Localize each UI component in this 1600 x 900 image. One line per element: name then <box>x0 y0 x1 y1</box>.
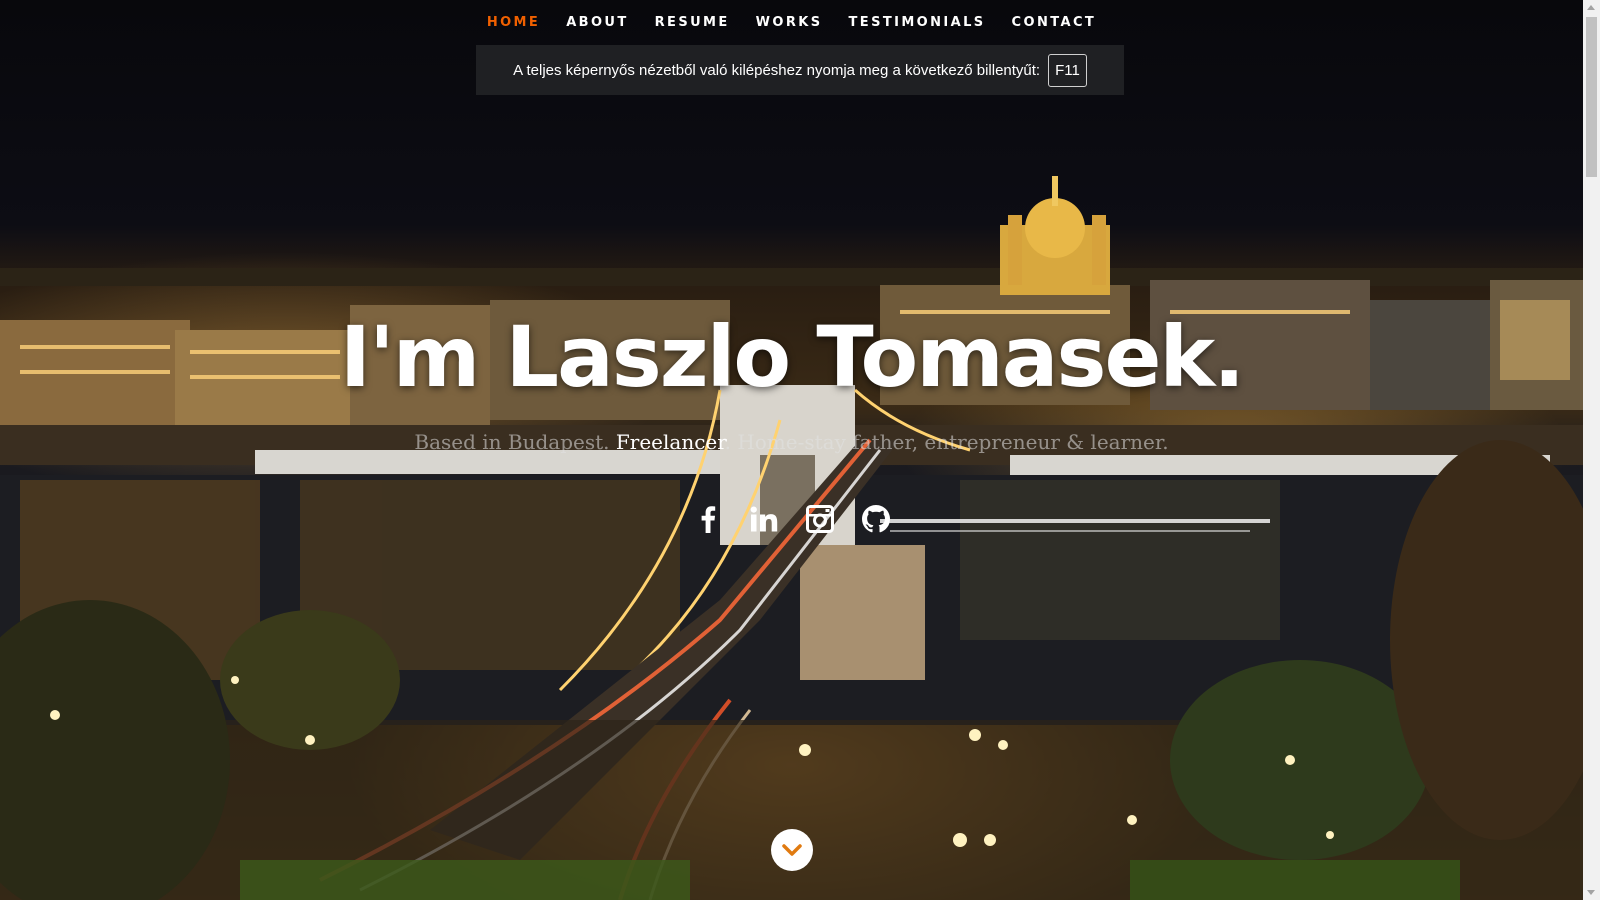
facebook-link[interactable] <box>692 503 724 535</box>
nav-item-home[interactable]: HOME <box>474 0 553 46</box>
fullscreen-key: F11 <box>1048 53 1087 87</box>
social-links <box>0 503 1583 535</box>
github-icon <box>861 505 890 533</box>
fullscreen-notice: A teljes képernyős nézetből való kilépés… <box>476 45 1124 95</box>
instagram-icon <box>805 505 834 533</box>
subtitle-tail: . Home-stay father, entrepreneur & learn… <box>724 430 1169 454</box>
instagram-link[interactable] <box>804 503 836 535</box>
hero-section: HOME ABOUT RESUME WORKS TESTIMONIALS CON… <box>0 0 1583 900</box>
subtitle-lead: Based in Budapest. <box>414 430 616 454</box>
subtitle-highlight: Freelancer <box>615 430 725 454</box>
fullscreen-notice-text: A teljes képernyős nézetből való kilépés… <box>513 61 1041 79</box>
nav-item-contact[interactable]: CONTACT <box>999 0 1110 46</box>
github-link[interactable] <box>860 503 892 535</box>
chevron-down-icon <box>782 844 802 856</box>
page-scrollbar[interactable] <box>1583 0 1600 900</box>
scroll-down-arrow[interactable] <box>1587 890 1595 895</box>
facebook-icon <box>701 506 715 533</box>
main-nav: HOME ABOUT RESUME WORKS TESTIMONIALS CON… <box>0 0 1583 46</box>
nav-item-resume[interactable]: RESUME <box>642 0 743 46</box>
nav-item-testimonials[interactable]: TESTIMONIALS <box>836 0 999 46</box>
linkedin-icon <box>750 506 777 532</box>
scroll-down-button[interactable] <box>771 829 813 871</box>
hero-subtitle: Based in Budapest. Freelancer. Home-stay… <box>0 430 1583 454</box>
linkedin-link[interactable] <box>748 503 780 535</box>
hero-title: I'm Laszlo Tomasek. <box>339 308 1245 406</box>
nav-item-about[interactable]: ABOUT <box>553 0 641 46</box>
nav-item-works[interactable]: WORKS <box>743 0 836 46</box>
scroll-up-arrow[interactable] <box>1587 5 1595 10</box>
scrollbar-thumb[interactable] <box>1586 17 1597 177</box>
